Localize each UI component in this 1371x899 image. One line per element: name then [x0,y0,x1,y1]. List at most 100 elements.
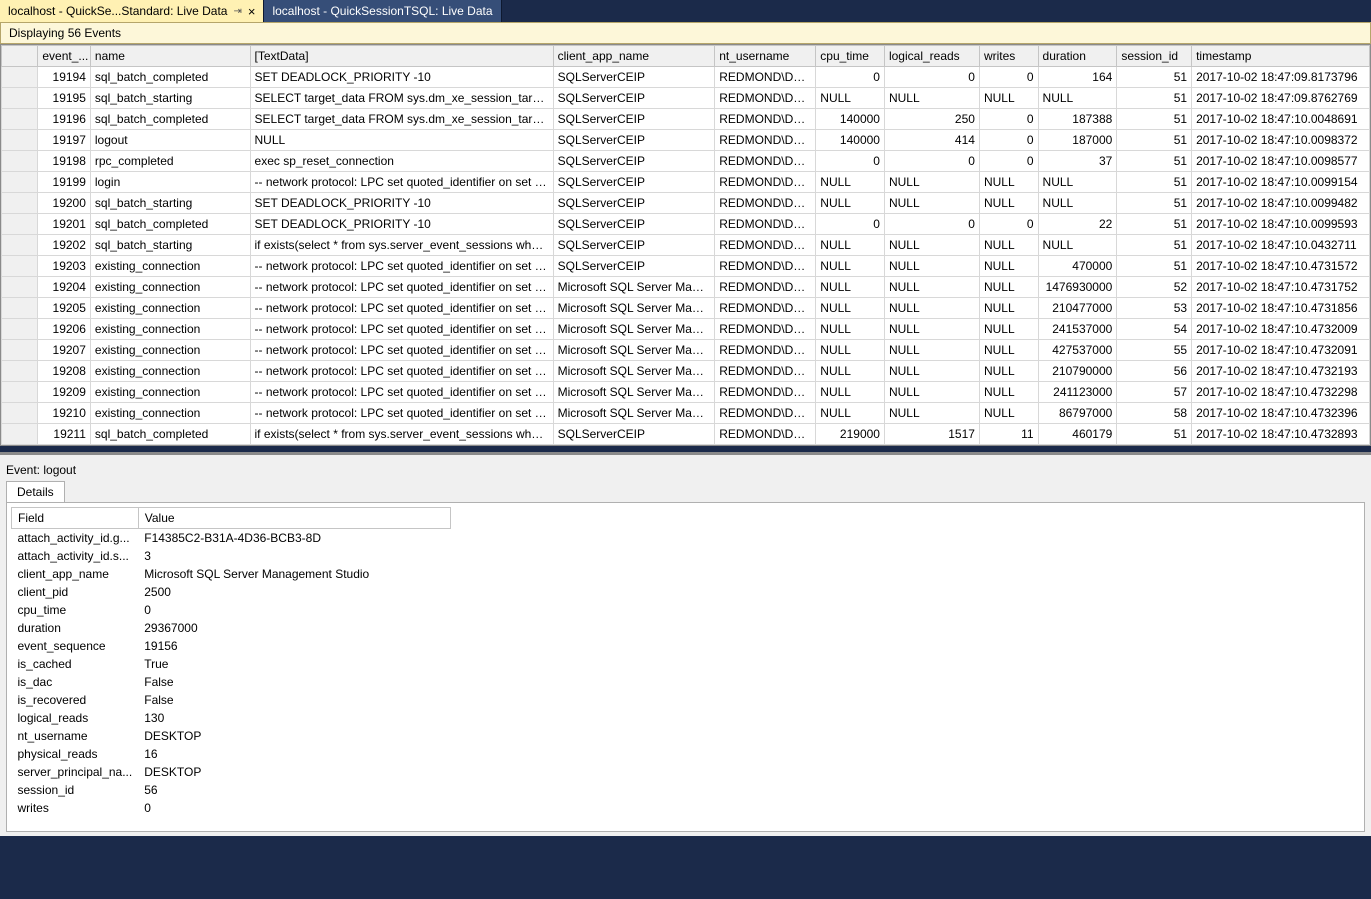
details-row[interactable]: attach_activity_id.s...3 [12,547,451,565]
events-grid[interactable]: event_...name[TextData]client_app_nament… [0,44,1371,446]
column-header-timestamp[interactable]: timestamp [1192,46,1370,67]
details-row[interactable]: event_sequence19156 [12,637,451,655]
row-selector[interactable] [2,403,38,424]
cell-name: existing_connection [90,277,250,298]
column-header-client_app_name[interactable]: client_app_name [553,46,715,67]
cell-session_id: 51 [1117,424,1192,445]
table-row[interactable]: 19198rpc_completedexec sp_reset_connecti… [2,151,1370,172]
cell-logical_reads: 0 [884,151,979,172]
row-selector[interactable] [2,88,38,109]
table-row[interactable]: 19200sql_batch_startingSET DEADLOCK_PRIO… [2,193,1370,214]
details-row[interactable]: logical_reads130 [12,709,451,727]
column-header-logical_reads[interactable]: logical_reads [884,46,979,67]
cell-session_id: 58 [1117,403,1192,424]
cell-event_seq: 19208 [38,361,91,382]
cell-writes: 0 [979,151,1038,172]
column-header-duration[interactable]: duration [1038,46,1117,67]
row-selector[interactable] [2,382,38,403]
table-row[interactable]: 19195sql_batch_startingSELECT target_dat… [2,88,1370,109]
details-value: 16 [138,745,450,763]
row-selector[interactable] [2,109,38,130]
cell-timestamp: 2017-10-02 18:47:10.0098372 [1192,130,1370,151]
cell-duration: 427537000 [1038,340,1117,361]
details-field: server_principal_na... [12,763,139,781]
cell-event_seq: 19200 [38,193,91,214]
table-row[interactable]: 19210existing_connection-- network proto… [2,403,1370,424]
cell-name: existing_connection [90,403,250,424]
row-selector[interactable] [2,424,38,445]
column-header-writes[interactable]: writes [979,46,1038,67]
cell-logical_reads: NULL [884,88,979,109]
row-selector[interactable] [2,214,38,235]
document-tab-0[interactable]: localhost - QuickSe...Standard: Live Dat… [0,0,264,22]
row-selector[interactable] [2,235,38,256]
details-value: 0 [138,601,450,619]
table-row[interactable]: 19209existing_connection-- network proto… [2,382,1370,403]
details-row[interactable]: session_id56 [12,781,451,799]
table-row[interactable]: 19202sql_batch_startingif exists(select … [2,235,1370,256]
table-row[interactable]: 19201sql_batch_completedSET DEADLOCK_PRI… [2,214,1370,235]
row-selector[interactable] [2,193,38,214]
cell-timestamp: 2017-10-02 18:47:10.4732091 [1192,340,1370,361]
details-row[interactable]: physical_reads16 [12,745,451,763]
cell-nt_username: REDMOND\DES... [715,382,816,403]
table-row[interactable]: 19205existing_connection-- network proto… [2,298,1370,319]
details-field: client_pid [12,583,139,601]
details-row[interactable]: client_app_nameMicrosoft SQL Server Mana… [12,565,451,583]
details-row[interactable]: cpu_time0 [12,601,451,619]
table-row[interactable]: 19196sql_batch_completedSELECT target_da… [2,109,1370,130]
tab-details[interactable]: Details [6,481,65,502]
details-header-field[interactable]: Field [12,508,139,529]
cell-session_id: 52 [1117,277,1192,298]
details-row[interactable]: attach_activity_id.g...F14385C2-B31A-4D3… [12,529,451,548]
table-row[interactable]: 19206existing_connection-- network proto… [2,319,1370,340]
cell-name: sql_batch_completed [90,424,250,445]
row-selector[interactable] [2,67,38,88]
row-selector[interactable] [2,298,38,319]
cell-client_app_name: SQLServerCEIP [553,109,715,130]
details-row[interactable]: is_cachedTrue [12,655,451,673]
column-header-session_id[interactable]: session_id [1117,46,1192,67]
column-header-event_seq[interactable]: event_... [38,46,91,67]
details-row[interactable]: is_dacFalse [12,673,451,691]
table-row[interactable]: 19207existing_connection-- network proto… [2,340,1370,361]
cell-session_id: 51 [1117,151,1192,172]
column-header-nt_username[interactable]: nt_username [715,46,816,67]
table-row[interactable]: 19208existing_connection-- network proto… [2,361,1370,382]
row-selector[interactable] [2,277,38,298]
row-selector[interactable] [2,361,38,382]
table-row[interactable]: 19199login-- network protocol: LPC set q… [2,172,1370,193]
column-header-textdata[interactable]: [TextData] [250,46,553,67]
row-selector[interactable] [2,340,38,361]
cell-duration: 210477000 [1038,298,1117,319]
document-tab-1[interactable]: localhost - QuickSessionTSQL: Live Data [264,0,501,22]
row-selector[interactable] [2,319,38,340]
table-row[interactable]: 19211sql_batch_completedif exists(select… [2,424,1370,445]
cell-writes: 0 [979,130,1038,151]
row-selector[interactable] [2,256,38,277]
details-row[interactable]: writes0 [12,799,451,817]
details-row[interactable]: server_principal_na...DESKTOP [12,763,451,781]
cell-cpu_time: 0 [816,67,885,88]
column-header-cpu_time[interactable]: cpu_time [816,46,885,67]
close-icon[interactable]: × [248,4,256,19]
cell-textdata: -- network protocol: LPC set quoted_iden… [250,277,553,298]
row-selector[interactable] [2,151,38,172]
pin-icon[interactable]: ⇥ [233,6,241,17]
table-row[interactable]: 19197logoutNULLSQLServerCEIPREDMOND\DES.… [2,130,1370,151]
details-row[interactable]: nt_usernameDESKTOP [12,727,451,745]
table-row[interactable]: 19204existing_connection-- network proto… [2,277,1370,298]
cell-timestamp: 2017-10-02 18:47:10.4731856 [1192,298,1370,319]
details-row[interactable]: client_pid2500 [12,583,451,601]
details-row[interactable]: duration29367000 [12,619,451,637]
column-header-name[interactable]: name [90,46,250,67]
cell-writes: 11 [979,424,1038,445]
details-header-value[interactable]: Value [138,508,450,529]
row-selector[interactable] [2,172,38,193]
cell-name: logout [90,130,250,151]
details-row[interactable]: is_recoveredFalse [12,691,451,709]
table-row[interactable]: 19203existing_connection-- network proto… [2,256,1370,277]
table-row[interactable]: 19194sql_batch_completedSET DEADLOCK_PRI… [2,67,1370,88]
cell-name: rpc_completed [90,151,250,172]
row-selector[interactable] [2,130,38,151]
